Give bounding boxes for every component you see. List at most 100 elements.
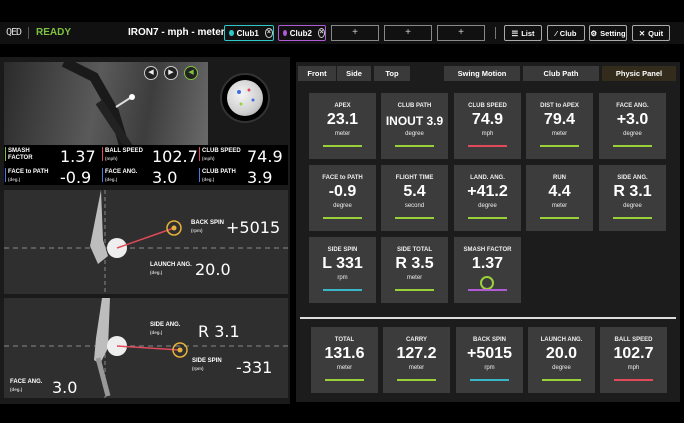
card-unit: meter [551, 203, 568, 209]
card-run: RUN 4.4 meter [526, 165, 593, 231]
card-total: TOTAL 131.6 meter [311, 327, 378, 393]
card-value: +5015 [467, 345, 512, 362]
card-club-path: CLUB PATH INOUT 3.9 degree [381, 93, 448, 159]
club1-close-icon[interactable]: × [264, 28, 273, 38]
card-label: FACE ANG. [616, 103, 649, 109]
card-unit: degree [623, 203, 642, 209]
club2-close-icon[interactable]: × [317, 28, 325, 38]
card-underline [468, 289, 507, 291]
summary-stats: SMASH FACTOR 1.37 BALL SPEED (mph) 102.7 C… [4, 145, 288, 187]
card-label: SIDE TOTAL [396, 247, 433, 253]
smash-factor-value: 1.37 [60, 147, 96, 166]
face-angle-bottom-value: 3.0 [52, 378, 78, 397]
card-side-total: SIDE TOTAL R 3.5 meter [381, 237, 448, 303]
card-underline [395, 145, 434, 147]
camera-toggle-button[interactable]: ◀ [184, 66, 198, 80]
close-icon: ✕ [638, 28, 646, 38]
card-value: -0.9 [328, 183, 357, 200]
add-club-slot-2[interactable]: + [384, 25, 432, 41]
prev-frame-button[interactable]: ◀ [144, 66, 158, 80]
status-ready: READY [36, 27, 72, 38]
card-label: CLUB PATH [397, 103, 432, 109]
club-speed-marker [199, 147, 200, 161]
face-to-path-label: FACE to PATH (deg.) [8, 169, 49, 182]
club-icon: ⁄ [555, 28, 557, 38]
face-angle-label: FACE ANG. (deg.) [105, 169, 138, 182]
tab-swing-motion[interactable]: Swing Motion [444, 66, 520, 81]
side-spin-label: SIDE SPIN (rpm) [192, 358, 222, 371]
side-angle-value: R 3.1 [198, 322, 240, 341]
back-spin-label: BACK SPIN (rpm) [191, 220, 225, 233]
club-speed-label: CLUB SPEED (mph) [202, 148, 241, 161]
tab-physic-panel[interactable]: Physic Panel [602, 66, 676, 81]
tab-side[interactable]: Side [337, 66, 371, 81]
gear-icon: ⚙ [590, 28, 598, 38]
card-value: R 3.5 [395, 255, 434, 272]
club2-label: Club2 [289, 28, 312, 38]
smash-factor-marker [5, 147, 6, 161]
card-smash-factor: SMASH FACTOR 1.37 [454, 237, 521, 303]
list-button[interactable]: ☰ List [504, 25, 542, 41]
card-underline [613, 145, 652, 147]
face-to-path-value: -0.9 [60, 168, 92, 187]
card-underline [468, 145, 507, 147]
card-label: FACE to PATH [322, 175, 363, 181]
card-unit: mph [627, 365, 640, 371]
section-divider [300, 317, 676, 319]
card-value: L 331 [322, 255, 363, 272]
tab-club-path[interactable]: Club Path [523, 66, 599, 81]
card-underline [470, 379, 509, 381]
smash-factor-label: SMASH FACTOR [8, 148, 33, 161]
ball-speed-marker [102, 147, 103, 161]
club-label: Club [559, 28, 577, 38]
card-underline [395, 289, 434, 291]
add-club-slot-1[interactable]: + [331, 25, 379, 41]
card-underline [540, 145, 579, 147]
card-underline [614, 379, 653, 381]
top-view-diagram: SIDE ANG. (deg.) R 3.1 SIDE SPIN (rpm) -33… [4, 298, 288, 398]
ball-speed-label: BALL SPEED (mph) [105, 148, 143, 161]
toolbar-divider [495, 27, 496, 39]
card-label: DIST to APEX [540, 103, 579, 109]
card-unit: mph [481, 131, 494, 137]
ball-impact-view [220, 73, 270, 123]
card-value: 20.0 [545, 345, 578, 362]
card-value: +3.0 [616, 111, 649, 128]
club2-button[interactable]: Club2 × [278, 25, 326, 41]
smash-ring-icon [480, 276, 494, 290]
card-value: +41.2 [467, 183, 508, 200]
quit-button[interactable]: ✕ Quit [632, 25, 670, 41]
card-unit: degree [405, 131, 424, 137]
card-side-spin: SIDE SPIN L 331 rpm [309, 237, 376, 303]
card-unit: degree [623, 131, 642, 137]
card-ball-speed: BALL SPEED 102.7 mph [600, 327, 667, 393]
card-value: 131.6 [324, 345, 365, 362]
club-button[interactable]: ⁄ Club [547, 25, 585, 41]
card-back-spin: BACK SPIN +5015 rpm [456, 327, 523, 393]
logo: QED [6, 27, 22, 38]
card-value: 5.4 [403, 183, 426, 200]
club1-button[interactable]: Club1 × [224, 25, 274, 41]
side-spin-value: -331 [236, 358, 273, 377]
face-angle-bottom-label: FACE ANG. (deg.) [10, 379, 43, 392]
tab-top[interactable]: Top [374, 66, 410, 81]
card-underline [323, 145, 362, 147]
tab-front[interactable]: Front [298, 66, 336, 81]
card-underline [468, 217, 507, 219]
card-label: TOTAL [334, 337, 355, 343]
club-path-label: CLUB PATH (deg.) [202, 169, 236, 182]
card-unit: degree [333, 203, 352, 209]
card-face-to-path: FACE to PATH -0.9 degree [309, 165, 376, 231]
add-club-slot-3[interactable]: + [437, 25, 485, 41]
card-unit: degree [552, 365, 571, 371]
card-value: R 3.1 [613, 183, 652, 200]
card-label: RUN [553, 175, 566, 181]
list-label: List [521, 28, 535, 38]
play-pause-button[interactable]: ▶ [164, 66, 178, 80]
face-angle-value: 3.0 [152, 168, 178, 187]
face-to-path-marker [5, 168, 6, 182]
card-value: 102.7 [613, 345, 654, 362]
setting-button[interactable]: ⚙ Setting [589, 25, 627, 41]
club-speed-value: 74.9 [247, 147, 283, 166]
launch-angle-value: 20.0 [195, 260, 231, 279]
